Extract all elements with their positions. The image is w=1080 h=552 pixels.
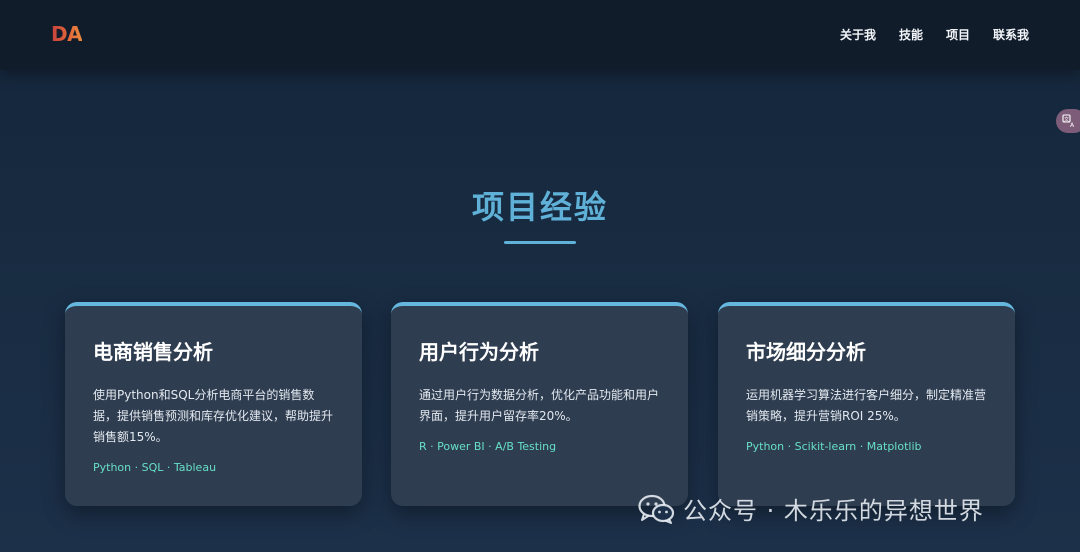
translate-button[interactable]: 文 A	[1056, 109, 1080, 133]
project-title: 电商销售分析	[93, 340, 213, 364]
project-tech-stack: R · Power BI · A/B Testing	[419, 440, 557, 453]
navbar: DA 关于我 技能 项目 联系我	[0, 0, 1080, 70]
project-tech-stack: Python · Scikit-learn · Matplotlib	[746, 440, 922, 453]
project-card[interactable]: 市场细分分析 运用机器学习算法进行客户细分，制定精准营销策略，提升营销ROI 2…	[718, 302, 1015, 506]
nav-item-contact[interactable]: 联系我	[993, 26, 1029, 43]
project-title: 用户行为分析	[419, 340, 539, 364]
logo[interactable]: DA	[51, 22, 83, 46]
nav-item-about[interactable]: 关于我	[840, 26, 876, 43]
nav-links: 关于我 技能 项目 联系我	[840, 26, 1029, 43]
nav-item-projects[interactable]: 项目	[946, 26, 970, 43]
project-description: 通过用户行为数据分析，优化产品功能和用户界面，提升用户留存率20%。	[419, 388, 660, 423]
watermark: 公众号 · 木乐乐的异想世界	[638, 491, 984, 526]
translate-icon: 文 A	[1062, 114, 1075, 128]
project-description: 使用Python和SQL分析电商平台的销售数据，提供销售预测和库存优化建议，帮助…	[93, 388, 334, 444]
section-title: 项目经验	[471, 188, 608, 226]
svg-text:文: 文	[1064, 116, 1069, 123]
watermark-text: 公众号 · 木乐乐的异想世界	[683, 497, 984, 525]
title-underline	[504, 241, 576, 244]
project-title: 市场细分分析	[746, 340, 866, 364]
project-card[interactable]: 电商销售分析 使用Python和SQL分析电商平台的销售数据，提供销售预测和库存…	[65, 302, 362, 506]
wechat-icon	[638, 494, 675, 524]
project-description: 运用机器学习算法进行客户细分，制定精准营销策略，提升营销ROI 25%。	[746, 388, 987, 423]
project-tech-stack: Python · SQL · Tableau	[93, 461, 217, 474]
svg-text:A: A	[1070, 122, 1075, 128]
nav-item-skills[interactable]: 技能	[899, 26, 923, 43]
project-card[interactable]: 用户行为分析 通过用户行为数据分析，优化产品功能和用户界面，提升用户留存率20%…	[391, 302, 688, 506]
